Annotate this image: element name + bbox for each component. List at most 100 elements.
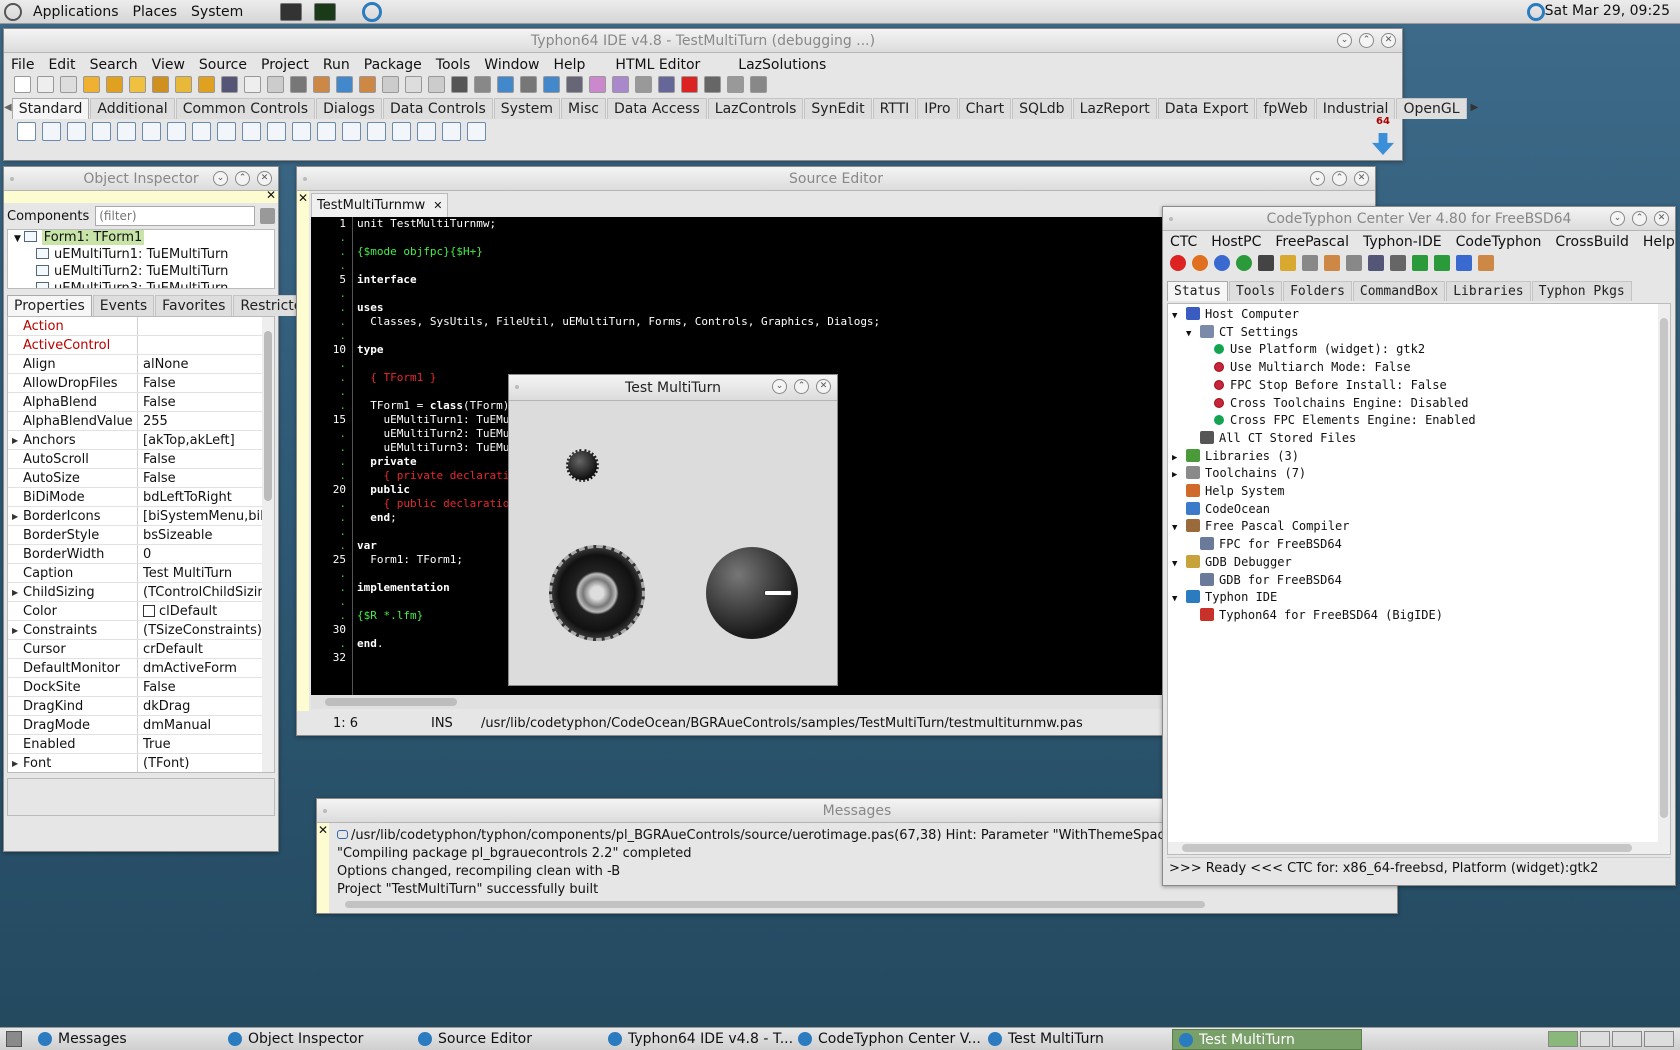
ctc-tab[interactable]: Typhon Pkgs (1531, 281, 1632, 301)
ctc-tree-node[interactable]: Typhon64 for FreeBSD64 (BigIDE) (1186, 607, 1443, 624)
toolbar-tool-icon[interactable] (313, 76, 330, 93)
toolbar-tool-icon[interactable] (727, 76, 744, 93)
property-row[interactable]: Action (8, 317, 274, 336)
palette-tab[interactable]: Common Controls (175, 98, 316, 119)
property-value-cell[interactable]: [akTop,akLeft] (138, 431, 274, 449)
se-titlebar[interactable]: Source Editor ⌄ ⌃ ✕ (297, 167, 1375, 191)
property-value-cell[interactable]: dmManual (138, 716, 274, 734)
maximize-button[interactable]: ⌃ (1632, 211, 1647, 226)
toolbar-tool-icon[interactable] (37, 76, 54, 93)
expand-icon[interactable]: ▶ (1172, 450, 1186, 467)
ctc-tool-icon[interactable] (1236, 255, 1252, 271)
maximize-button[interactable]: ⌃ (794, 379, 809, 394)
expand-icon[interactable]: ▼ (1172, 308, 1186, 325)
ctc-tree-node[interactable]: All CT Stored Files (1186, 430, 1356, 447)
palette-tab[interactable]: Standard (11, 98, 90, 119)
expand-icon[interactable]: ▼ (14, 234, 24, 244)
palette-tab[interactable]: fpWeb (1256, 98, 1315, 119)
property-value-cell[interactable] (138, 336, 274, 354)
toolbar-tool-icon[interactable] (267, 76, 284, 93)
messages-hscrollbar[interactable] (331, 899, 1391, 911)
minimize-button[interactable]: ⌄ (1610, 211, 1625, 226)
palette-tab[interactable]: Data Access (606, 98, 707, 119)
property-row[interactable]: AlphaBlendValue 255 (8, 412, 274, 431)
palette-tab[interactable]: System (493, 98, 560, 119)
file-tab[interactable]: TestMultiTurnmw ✕ (311, 193, 449, 217)
ide-menu-item[interactable]: File (4, 57, 41, 73)
multiturn-knob-large[interactable] (706, 547, 798, 639)
toolbar-tool-icon[interactable] (83, 76, 100, 93)
tree-node-component[interactable]: uEMultiTurn3: TuEMultiTurn (36, 280, 228, 288)
property-value-cell[interactable]: clDefault (138, 602, 274, 620)
palette-tab[interactable]: SQLdb (1012, 98, 1072, 119)
ctc-tree-node[interactable]: ▶ Toolchains (7) (1172, 465, 1306, 482)
ctc-tree-node[interactable]: CodeOcean (1172, 501, 1270, 518)
applications-menu[interactable]: Applications (26, 4, 126, 20)
ide-menu-item[interactable]: Help (547, 57, 593, 73)
ctc-tab[interactable]: Status (1167, 281, 1228, 301)
panel-component-icon[interactable] (417, 122, 436, 141)
toolbar-tool-icon[interactable] (198, 76, 215, 93)
property-row[interactable]: AutoSize False (8, 469, 274, 488)
memo-component-icon[interactable] (167, 122, 186, 141)
typhon64-badge-icon[interactable]: 64 (1372, 105, 1394, 131)
toolbar-tool-icon[interactable] (129, 76, 146, 93)
maximize-button[interactable]: ⌃ (1332, 171, 1347, 186)
ctc-tree-node[interactable]: FPC for FreeBSD64 (1186, 536, 1342, 553)
scroll-component-icon[interactable] (317, 122, 336, 141)
oi-tab[interactable]: Events (92, 295, 155, 316)
maximize-button[interactable]: ⌃ (235, 171, 250, 186)
toolbar-tool-icon[interactable] (543, 76, 560, 93)
ctc-tree-node[interactable]: ▶ Libraries (3) (1172, 448, 1299, 465)
system-monitor-launcher-icon[interactable] (314, 2, 337, 21)
toolbar-tool-icon[interactable] (750, 76, 767, 93)
minimize-button[interactable]: ⌄ (1337, 33, 1352, 48)
toolbar-tool-icon[interactable] (635, 76, 652, 93)
ctc-tool-icon[interactable] (1456, 255, 1472, 271)
ctc-menu-item[interactable]: Typhon-IDE (1356, 234, 1449, 250)
arrow-component-icon[interactable] (17, 122, 36, 141)
toolbar-tool-icon[interactable] (60, 76, 77, 93)
ctc-tool-icon[interactable] (1324, 255, 1340, 271)
property-row[interactable]: BorderWidth 0 (8, 545, 274, 564)
ctc-tree-node[interactable]: GDB for FreeBSD64 (1186, 572, 1342, 589)
ctc-tab[interactable]: CommandBox (1352, 281, 1446, 301)
checkgrp-component-icon[interactable] (392, 122, 411, 141)
ctc-tab[interactable]: Folders (1283, 281, 1352, 301)
codetyphon-launcher-icon[interactable] (362, 1, 383, 22)
toolbar-tool-icon[interactable] (704, 76, 721, 93)
property-row[interactable]: AlphaBlend False (8, 393, 274, 412)
ctc-tool-icon[interactable] (1346, 255, 1362, 271)
property-row[interactable]: Cursor crDefault (8, 640, 274, 659)
distro-logo-icon[interactable] (4, 2, 22, 21)
palette-tab[interactable]: Data Export (1157, 98, 1256, 119)
oi-titlebar[interactable]: Object Inspector ⌄ ⌃ ✕ (4, 167, 278, 191)
ctc-tool-icon[interactable] (1214, 255, 1230, 271)
palette-tab[interactable]: SynEdit (804, 98, 872, 119)
ctc-tree-node[interactable]: FPC Stop Before Install: False (1200, 377, 1447, 394)
ctc-tree-node[interactable]: Use Platform (widget): gtk2 (1200, 341, 1425, 358)
ide-menu-item[interactable]: LazSolutions (731, 57, 833, 73)
oi-tab[interactable]: Properties (7, 295, 92, 316)
group-component-icon[interactable] (342, 122, 361, 141)
ide-menu-item[interactable]: Run (316, 57, 357, 73)
close-button[interactable]: ✕ (1654, 211, 1669, 226)
ctc-tree-node[interactable]: ▼ Free Pascal Compiler (1172, 518, 1350, 535)
toolbar-tool-icon[interactable] (520, 76, 537, 93)
close-button[interactable]: ✕ (816, 379, 831, 394)
property-value-cell[interactable] (138, 317, 274, 335)
check-component-icon[interactable] (217, 122, 236, 141)
property-row[interactable]: AutoScroll False (8, 450, 274, 469)
action-component-icon[interactable] (467, 122, 486, 141)
ide-menu-item[interactable]: Search (83, 57, 145, 73)
panel-clock[interactable]: Sat Mar 29, 09:25 (1545, 3, 1670, 19)
expand-icon[interactable]: ▶ (1172, 467, 1186, 484)
close-icon[interactable]: ✕ (266, 188, 276, 202)
multiturn-knob-small[interactable] (566, 449, 599, 482)
property-row[interactable]: Caption Test MultiTurn (8, 564, 274, 583)
multiturn-knob-dial[interactable] (549, 545, 645, 641)
list-component-icon[interactable] (267, 122, 286, 141)
property-row[interactable]: ChildSizing ▶ (TControlChildSizing) (8, 583, 274, 602)
ctc-menu-item[interactable]: CodeTyphon (1449, 234, 1549, 250)
toolbar-tool-icon[interactable] (405, 76, 422, 93)
